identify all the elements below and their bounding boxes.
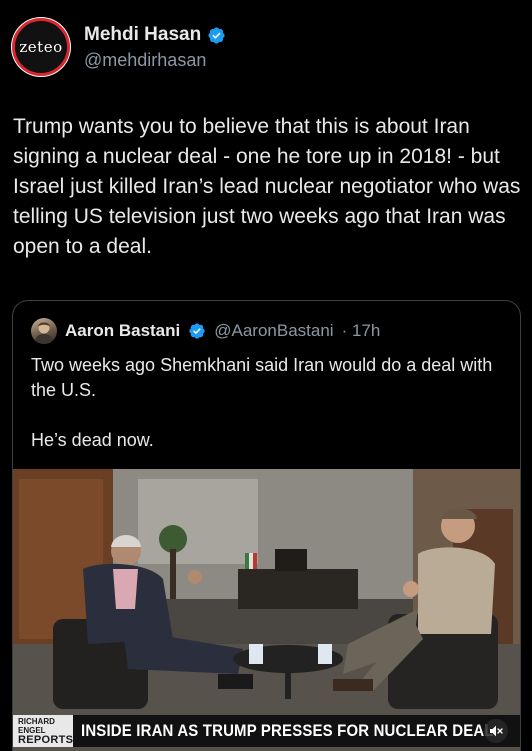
quoted-author-avatar[interactable]: [31, 318, 57, 344]
verified-badge-icon: [208, 26, 225, 44]
quoted-author-name[interactable]: Aaron Bastani: [65, 321, 180, 341]
author-display-name[interactable]: Mehdi Hasan: [84, 24, 201, 46]
tweet-text: Trump wants you to believe that this is …: [13, 115, 521, 258]
news-chyron: RICHARD ENGEL REPORTS INSIDE IRAN AS TRU…: [13, 715, 520, 747]
avatar-logo: zeteo: [12, 18, 70, 76]
author-avatar[interactable]: zeteo: [11, 17, 71, 77]
quoted-tweet-header: Aaron Bastani @AaronBastani · 17h: [31, 318, 380, 344]
chyron-brand: RICHARD ENGEL REPORTS: [13, 715, 74, 747]
chyron-brand-top: RICHARD ENGEL: [18, 716, 55, 735]
verified-badge-icon: [189, 323, 205, 339]
quoted-tweet-card[interactable]: Aaron Bastani @AaronBastani · 17h Two we…: [12, 300, 521, 751]
video-frame-interview-scene: [13, 469, 520, 751]
quoted-tweet-text: Two weeks ago Shemkhani said Iran would …: [31, 355, 493, 450]
quoted-tweet-video[interactable]: RICHARD ENGEL REPORTS INSIDE IRAN AS TRU…: [13, 469, 520, 751]
author-handle[interactable]: @mehdirhasan: [84, 50, 226, 71]
author-name-row[interactable]: Mehdi Hasan: [84, 24, 226, 46]
avatar-portrait-icon: [34, 322, 54, 344]
quoted-tweet-time[interactable]: · 17h: [342, 321, 381, 341]
author-block: Mehdi Hasan @mehdirhasan: [84, 24, 226, 71]
mute-toggle-button[interactable]: [484, 719, 508, 743]
chyron-headline: INSIDE IRAN AS TRUMP PRESSES FOR NUCLEAR…: [81, 721, 495, 740]
quoted-author-handle[interactable]: @AaronBastani: [214, 321, 333, 341]
speaker-muted-icon: [490, 725, 503, 737]
chyron-brand-bottom: REPORTS: [18, 733, 74, 746]
